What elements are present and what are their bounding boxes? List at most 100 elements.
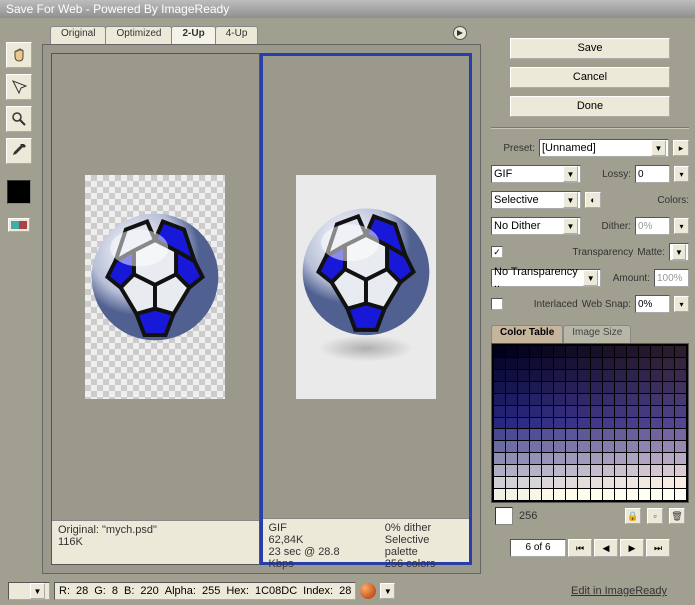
- color-swatch[interactable]: [615, 429, 626, 440]
- color-swatch[interactable]: [663, 370, 674, 381]
- color-swatch[interactable]: [530, 429, 541, 440]
- color-swatch[interactable]: [591, 477, 602, 488]
- eyedropper-tool[interactable]: [6, 138, 32, 164]
- color-swatch[interactable]: [639, 489, 650, 500]
- format-select[interactable]: GIF▼: [491, 165, 581, 183]
- color-swatch[interactable]: [542, 418, 553, 429]
- color-swatch[interactable]: [663, 406, 674, 417]
- interlaced-checkbox[interactable]: [491, 298, 503, 310]
- tab-optimized[interactable]: Optimized: [105, 26, 172, 44]
- color-swatch[interactable]: [603, 382, 614, 393]
- color-swatch[interactable]: [603, 358, 614, 369]
- color-swatch[interactable]: [494, 394, 505, 405]
- color-swatch[interactable]: [603, 465, 614, 476]
- color-swatch[interactable]: [518, 406, 529, 417]
- color-swatch[interactable]: [506, 382, 517, 393]
- color-swatch[interactable]: [591, 418, 602, 429]
- color-swatch[interactable]: [675, 489, 686, 500]
- color-swatch[interactable]: [506, 358, 517, 369]
- color-swatch[interactable]: [591, 382, 602, 393]
- color-swatch[interactable]: [578, 382, 589, 393]
- color-swatch[interactable]: [518, 358, 529, 369]
- color-swatch[interactable]: [506, 429, 517, 440]
- color-swatch[interactable]: [675, 453, 686, 464]
- stepper-icon[interactable]: ▾: [674, 166, 689, 182]
- color-swatch[interactable]: [615, 346, 626, 357]
- color-swatch[interactable]: [663, 382, 674, 393]
- color-swatch[interactable]: [675, 406, 686, 417]
- color-swatch[interactable]: [578, 465, 589, 476]
- color-swatch[interactable]: [530, 406, 541, 417]
- transparency-dither-select[interactable]: No Transparency ..▼: [491, 269, 601, 287]
- color-swatch[interactable]: [494, 346, 505, 357]
- zoom-tool[interactable]: [6, 106, 32, 132]
- color-swatch[interactable]: [494, 358, 505, 369]
- matte-select[interactable]: ▼: [669, 243, 689, 261]
- color-swatch[interactable]: [591, 465, 602, 476]
- color-swatch[interactable]: [663, 346, 674, 357]
- color-swatch[interactable]: [651, 358, 662, 369]
- color-swatch[interactable]: [554, 441, 565, 452]
- color-swatch[interactable]: [506, 489, 517, 500]
- color-swatch[interactable]: [530, 382, 541, 393]
- color-swatch[interactable]: [651, 465, 662, 476]
- color-swatch[interactable]: [627, 406, 638, 417]
- color-swatch[interactable]: [639, 441, 650, 452]
- color-swatch[interactable]: [603, 453, 614, 464]
- ct-trash-button[interactable]: 🗑: [669, 508, 685, 524]
- color-swatch[interactable]: [627, 358, 638, 369]
- color-swatch[interactable]: [578, 489, 589, 500]
- cancel-button[interactable]: Cancel: [510, 67, 670, 88]
- color-swatch[interactable]: [627, 418, 638, 429]
- color-swatch[interactable]: [566, 453, 577, 464]
- color-swatch[interactable]: [675, 346, 686, 357]
- color-swatch[interactable]: [639, 406, 650, 417]
- color-swatch[interactable]: [603, 406, 614, 417]
- color-swatch[interactable]: [591, 394, 602, 405]
- color-swatch[interactable]: [639, 429, 650, 440]
- slice-select-tool[interactable]: [6, 74, 32, 100]
- color-swatch[interactable]: [627, 453, 638, 464]
- color-swatch[interactable]: [542, 346, 553, 357]
- color-swatch[interactable]: [542, 394, 553, 405]
- palette-lock-button[interactable]: ◐: [585, 192, 601, 208]
- color-swatch[interactable]: [530, 441, 541, 452]
- color-swatch[interactable]: [651, 382, 662, 393]
- color-swatch[interactable]: [639, 370, 650, 381]
- color-swatch[interactable]: [566, 489, 577, 500]
- color-swatch[interactable]: [506, 465, 517, 476]
- color-swatch[interactable]: [639, 358, 650, 369]
- color-swatch[interactable]: [506, 346, 517, 357]
- color-swatch[interactable]: [494, 406, 505, 417]
- transparency-checkbox[interactable]: ✓: [491, 246, 503, 258]
- color-swatch[interactable]: [494, 429, 505, 440]
- color-swatch[interactable]: [627, 370, 638, 381]
- color-swatch[interactable]: [639, 477, 650, 488]
- color-swatch[interactable]: [627, 489, 638, 500]
- color-swatch[interactable]: [578, 358, 589, 369]
- color-swatch[interactable]: [554, 394, 565, 405]
- stepper-icon[interactable]: ▾: [674, 296, 689, 312]
- color-swatch[interactable]: [627, 429, 638, 440]
- color-swatch[interactable]: [494, 441, 505, 452]
- color-swatch[interactable]: [591, 358, 602, 369]
- foreground-color-swatch[interactable]: [7, 180, 31, 204]
- color-swatch[interactable]: [615, 370, 626, 381]
- save-button[interactable]: Save: [510, 38, 670, 59]
- color-swatch[interactable]: [651, 394, 662, 405]
- color-swatch[interactable]: [663, 394, 674, 405]
- color-swatch[interactable]: [603, 429, 614, 440]
- color-swatch[interactable]: [530, 418, 541, 429]
- color-swatch[interactable]: [578, 477, 589, 488]
- color-swatch[interactable]: [530, 465, 541, 476]
- color-swatch[interactable]: [591, 370, 602, 381]
- chevron-down-icon[interactable]: ▼: [380, 583, 395, 599]
- color-swatch[interactable]: [651, 406, 662, 417]
- color-swatch[interactable]: [578, 429, 589, 440]
- color-swatch[interactable]: [518, 418, 529, 429]
- color-swatch[interactable]: [663, 429, 674, 440]
- color-swatch[interactable]: [506, 406, 517, 417]
- color-swatch[interactable]: [542, 429, 553, 440]
- color-swatch[interactable]: [615, 489, 626, 500]
- color-swatch[interactable]: [663, 465, 674, 476]
